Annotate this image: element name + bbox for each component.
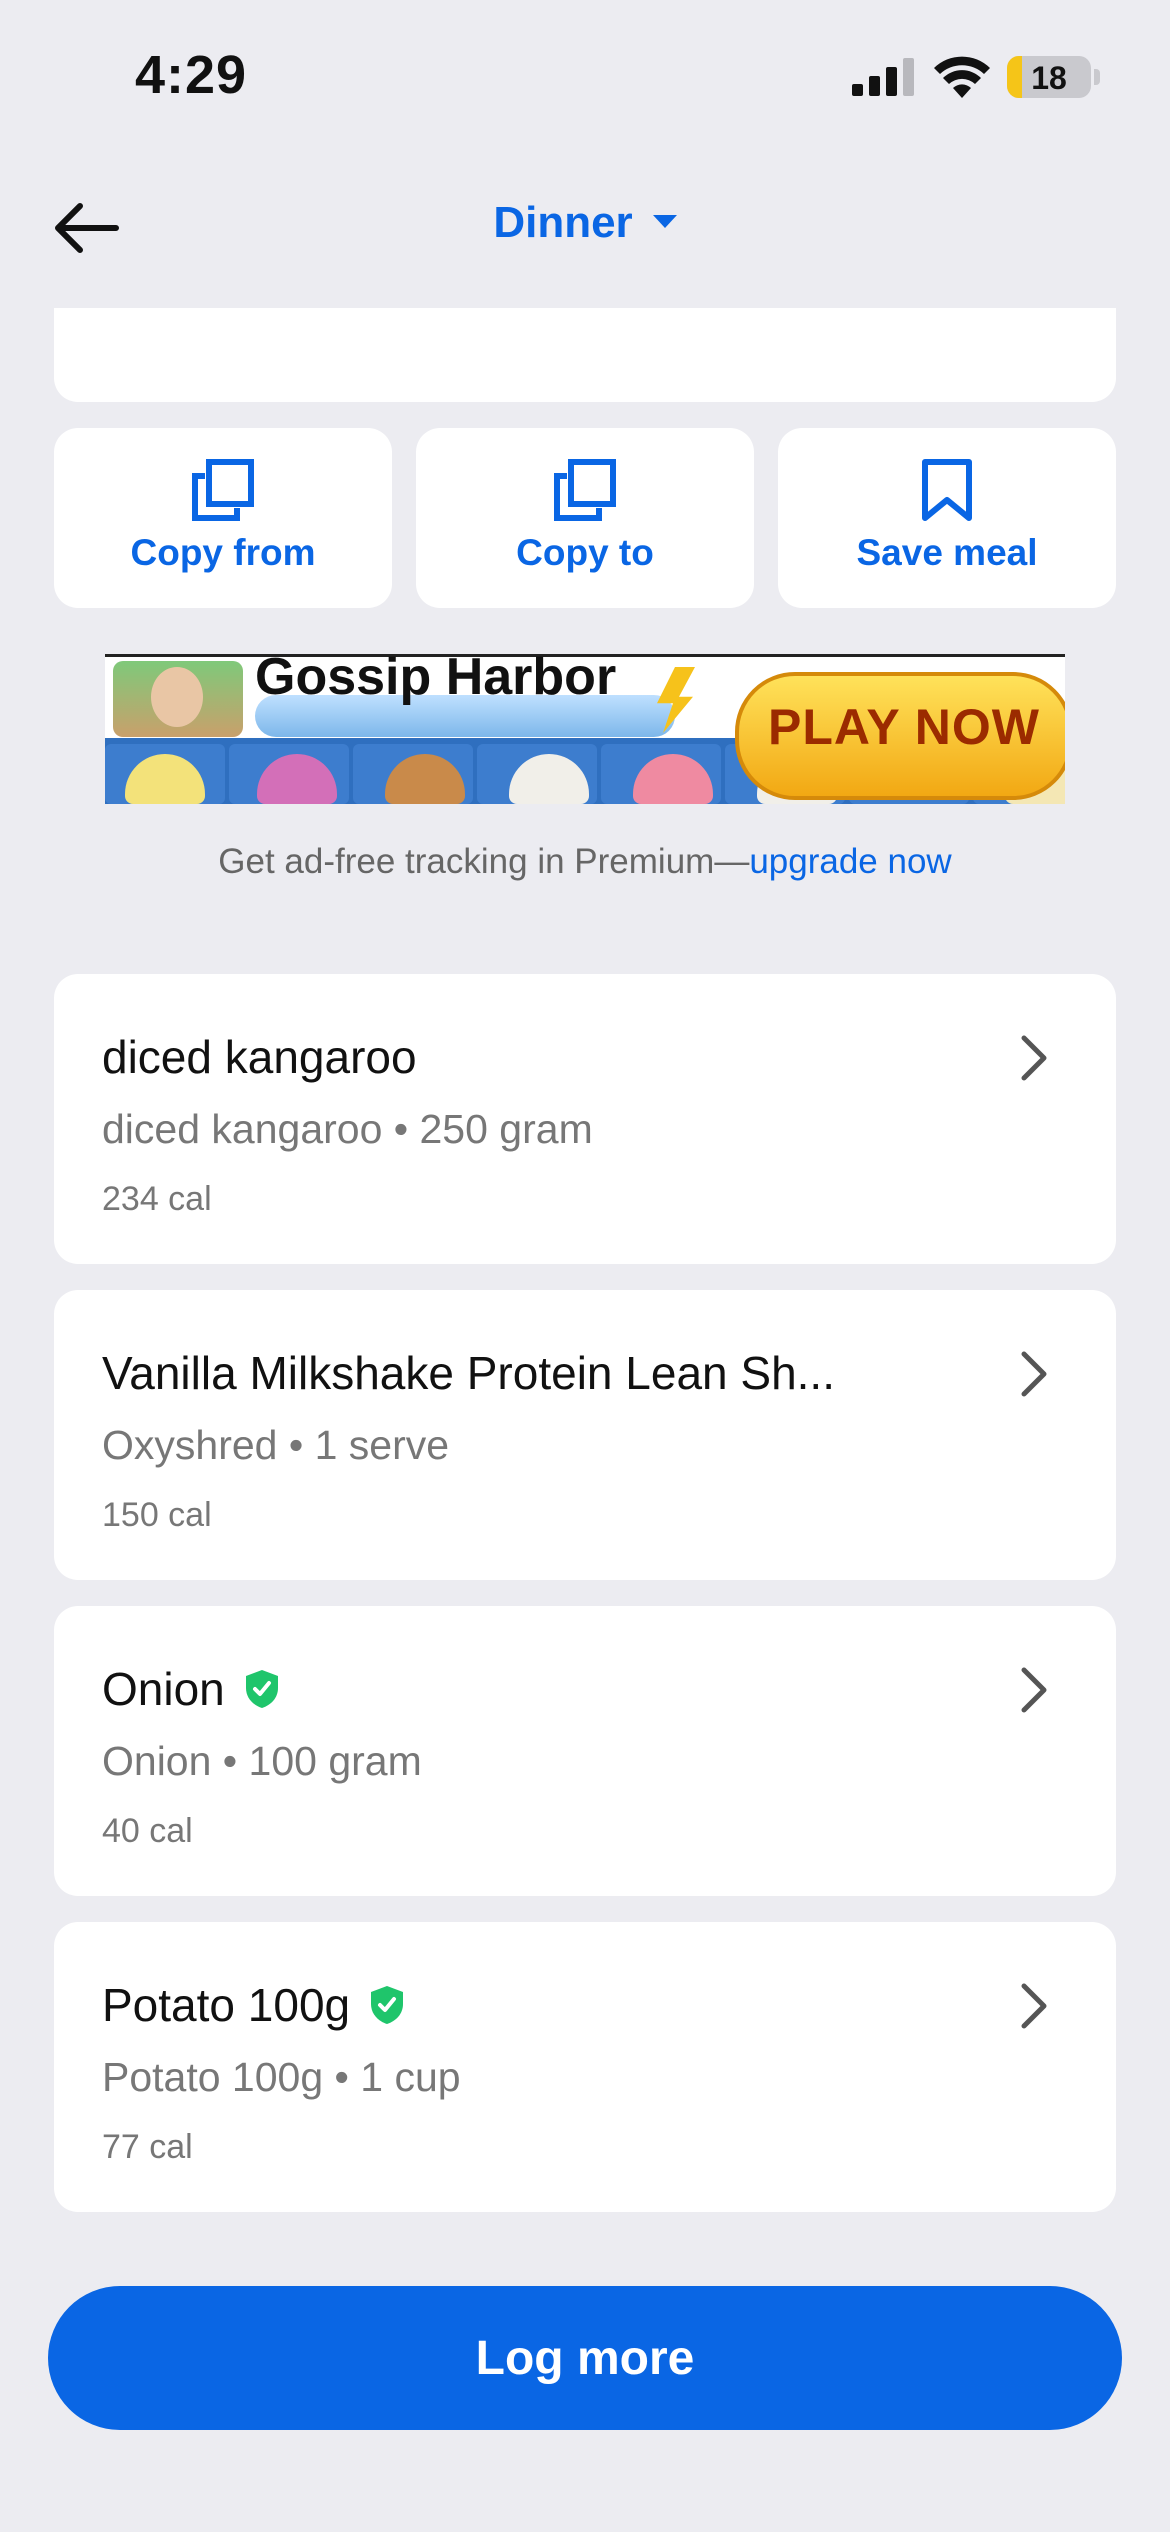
premium-upsell-text: Get ad-free tracking in Premium— — [218, 842, 750, 881]
food-item-detail: Onion • 100 gram — [102, 1738, 422, 1784]
copy-icon — [554, 459, 616, 521]
chevron-right-icon — [1021, 1351, 1047, 1397]
bookmark-icon — [922, 459, 972, 521]
ad-play-now-button[interactable]: PLAY NOW — [735, 672, 1065, 800]
meal-selector[interactable]: Dinner — [0, 198, 1170, 248]
copy-to-label: Copy to — [516, 532, 654, 573]
food-item-name: Potato 100g — [102, 1978, 404, 2032]
food-item-name: Vanilla Milkshake Protein Lean Sh... — [102, 1347, 835, 1399]
caret-down-icon — [652, 214, 677, 228]
premium-upsell-note: Get ad-free tracking in Premium—upgrade … — [0, 842, 1170, 882]
food-item-name: Onion — [102, 1662, 279, 1716]
battery-percent: 18 — [1031, 60, 1067, 96]
battery-icon: 18 — [1007, 56, 1091, 98]
meal-title: Dinner — [493, 198, 633, 247]
log-more-button[interactable]: Log more — [48, 2286, 1122, 2430]
copy-from-label: Copy from — [130, 532, 316, 573]
copy-icon — [192, 459, 254, 521]
status-time: 4:29 — [135, 45, 248, 105]
save-meal-button[interactable]: Save meal — [778, 428, 1116, 608]
verified-shield-icon — [245, 1669, 278, 1708]
cellular-signal-icon — [852, 58, 914, 96]
chevron-right-icon — [1021, 1667, 1047, 1713]
food-item-detail: Potato 100g • 1 cup — [102, 2054, 461, 2100]
food-item-calories: 234 cal — [102, 1180, 212, 1218]
food-item-detail: diced kangaroo • 250 gram — [102, 1106, 593, 1152]
food-item[interactable]: Vanilla Milkshake Protein Lean Sh... Oxy… — [54, 1290, 1116, 1580]
food-item[interactable]: diced kangaroo diced kangaroo • 250 gram… — [54, 974, 1116, 1264]
ad-play-now-label: PLAY NOW — [768, 699, 1040, 755]
copy-to-button[interactable]: Copy to — [416, 428, 754, 608]
food-item-calories: 77 cal — [102, 2128, 193, 2166]
wifi-icon — [934, 56, 990, 98]
food-item-name: diced kangaroo — [102, 1031, 417, 1083]
chevron-right-icon — [1021, 1983, 1047, 2029]
save-meal-label: Save meal — [856, 532, 1038, 573]
food-item-calories: 40 cal — [102, 1812, 193, 1850]
verified-shield-icon — [371, 1985, 404, 2024]
ad-title: Gossip Harbor — [255, 654, 617, 706]
ad-banner[interactable]: Gossip Harbor PLAY NOW — [105, 654, 1065, 804]
copy-from-button[interactable]: Copy from — [54, 428, 392, 608]
upgrade-now-link[interactable]: upgrade now — [749, 842, 951, 881]
nav-header: Dinner — [0, 180, 1170, 270]
food-item[interactable]: Onion Onion • 100 gram 40 cal — [54, 1606, 1116, 1896]
battery-tip — [1094, 69, 1100, 85]
status-bar: 4:29 18 — [0, 0, 1170, 150]
meal-summary-card — [54, 308, 1116, 402]
food-item-detail: Oxyshred • 1 serve — [102, 1422, 450, 1468]
food-item[interactable]: Potato 100g Potato 100g • 1 cup 77 cal — [54, 1922, 1116, 2212]
chevron-right-icon — [1021, 1035, 1047, 1081]
food-item-calories: 150 cal — [102, 1496, 212, 1534]
ad-character-image — [113, 661, 243, 737]
